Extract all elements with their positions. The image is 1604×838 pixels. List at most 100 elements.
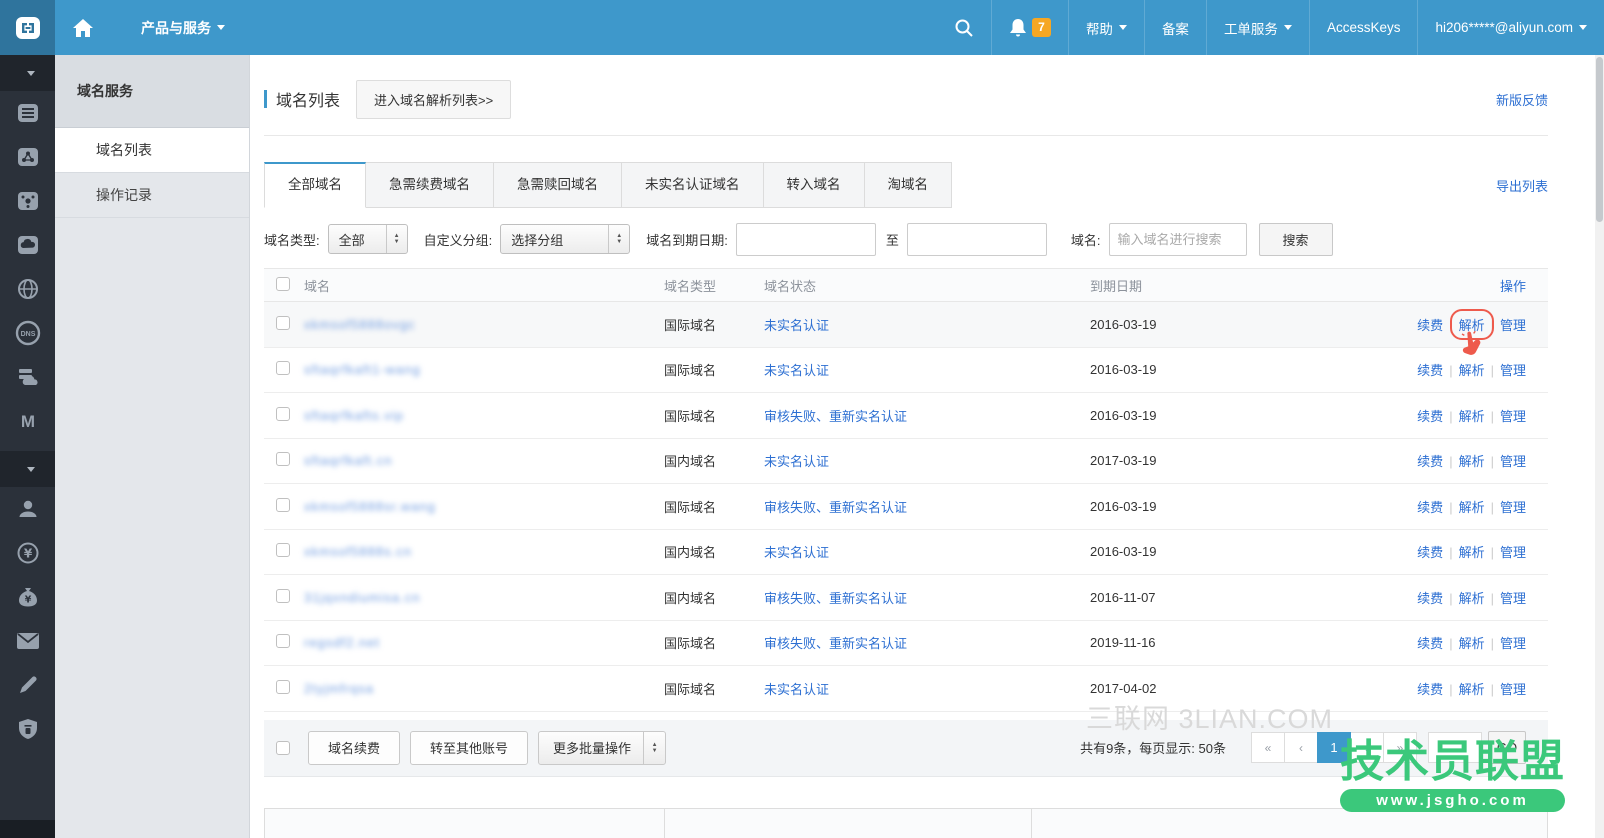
action-manage-link[interactable]: 管理: [1500, 360, 1526, 379]
sidebar-item-operation-log[interactable]: 操作记录: [55, 173, 249, 218]
domain-status-link[interactable]: 审核失败、重新实名认证: [764, 636, 907, 651]
domain-link-blurred[interactable]: 31jqxndiumisa.cn: [304, 590, 420, 605]
action-manage-link[interactable]: 管理: [1500, 497, 1526, 516]
rail-item-user[interactable]: [0, 487, 55, 531]
more-batch-actions-select[interactable]: 更多批量操作 ▲▼: [538, 731, 666, 765]
aliyun-logo[interactable]: [0, 0, 55, 55]
sidebar-item-domain-list[interactable]: 域名列表: [55, 128, 249, 173]
domain-link-blurred[interactable]: sftaqrfkafts.vip: [304, 408, 404, 423]
action-resolve-link[interactable]: 解析: [1459, 588, 1485, 607]
domain-link-blurred[interactable]: 2tyjmfrqsa: [304, 681, 374, 696]
row-checkbox[interactable]: [276, 407, 290, 421]
scrollbar-thumb[interactable]: [1596, 57, 1603, 222]
action-resolve-link[interactable]: 解析: [1459, 679, 1485, 698]
pagination-go-button[interactable]: GO: [1488, 731, 1526, 764]
action-resolve-link[interactable]: 解析: [1459, 633, 1485, 652]
action-resolve-link[interactable]: 解析: [1459, 497, 1485, 516]
action-manage-link[interactable]: 管理: [1500, 315, 1526, 334]
action-manage-link[interactable]: 管理: [1500, 451, 1526, 470]
action-resolve-link[interactable]: 解析: [1459, 360, 1485, 379]
expire-date-start-input[interactable]: [736, 223, 876, 256]
domain-link-blurred[interactable]: regsdf2.net: [304, 635, 380, 650]
action-renew-link[interactable]: 续费: [1417, 406, 1443, 425]
batch-select-all-checkbox[interactable]: [276, 741, 290, 755]
row-checkbox[interactable]: [276, 498, 290, 512]
tab-renewal-needed[interactable]: 急需续费域名: [366, 162, 494, 208]
vertical-scrollbar[interactable]: [1595, 55, 1604, 838]
rail-item-ecs[interactable]: [0, 135, 55, 179]
notifications-button[interactable]: 7: [991, 0, 1068, 55]
action-renew-link[interactable]: 续费: [1417, 360, 1443, 379]
help-menu[interactable]: 帮助: [1068, 0, 1144, 55]
rail-collapse-button[interactable]: [0, 55, 55, 91]
home-button[interactable]: [55, 18, 111, 38]
rail-item-security[interactable]: [0, 707, 55, 751]
row-checkbox[interactable]: [276, 634, 290, 648]
action-manage-link[interactable]: 管理: [1500, 633, 1526, 652]
tab-redemption-needed[interactable]: 急需赎回域名: [494, 162, 622, 208]
ticket-service-menu[interactable]: 工单服务: [1206, 0, 1309, 55]
domain-status-link[interactable]: 审核失败、重新实名认证: [764, 409, 907, 424]
rail-item-network[interactable]: [0, 179, 55, 223]
rail-item-monitor[interactable]: M: [0, 399, 55, 443]
action-resolve-link[interactable]: 解析: [1459, 406, 1485, 425]
row-checkbox[interactable]: [276, 543, 290, 557]
tab-all-domains[interactable]: 全部域名: [264, 162, 366, 208]
action-resolve-link[interactable]: 解析: [1459, 315, 1485, 334]
rail-item-messages[interactable]: [0, 619, 55, 663]
account-menu[interactable]: hi206*****@aliyun.com: [1417, 0, 1604, 55]
action-renew-link[interactable]: 续费: [1417, 679, 1443, 698]
batch-transfer-button[interactable]: 转至其他账号: [410, 731, 528, 765]
select-all-checkbox[interactable]: [276, 277, 290, 291]
action-resolve-link[interactable]: 解析: [1459, 451, 1485, 470]
domain-search-input[interactable]: [1109, 223, 1247, 256]
action-renew-link[interactable]: 续费: [1417, 542, 1443, 561]
row-checkbox[interactable]: [276, 680, 290, 694]
row-checkbox[interactable]: [276, 452, 290, 466]
domain-link-blurred[interactable]: xkmsof5888sr.wang: [304, 499, 436, 514]
pagination-prev-button[interactable]: ‹: [1284, 732, 1318, 763]
action-renew-link[interactable]: 续费: [1417, 497, 1443, 516]
action-renew-link[interactable]: 续费: [1417, 451, 1443, 470]
action-renew-link[interactable]: 续费: [1417, 315, 1443, 334]
domain-link-blurred[interactable]: sftaqrfkaft.cn: [304, 453, 392, 468]
rail-collapse-button-2[interactable]: [0, 451, 55, 487]
rail-item-cloud-db[interactable]: [0, 223, 55, 267]
domain-status-link[interactable]: 未实名认证: [764, 454, 829, 469]
domain-link-blurred[interactable]: xkmsof5888ovgc: [304, 317, 416, 332]
action-renew-link[interactable]: 续费: [1417, 633, 1443, 652]
rail-item-console[interactable]: [0, 91, 55, 135]
products-services-menu[interactable]: 产品与服务: [119, 18, 247, 38]
row-checkbox[interactable]: [276, 316, 290, 330]
pagination-last-button[interactable]: »: [1383, 732, 1417, 763]
pagination-goto-input[interactable]: [1428, 732, 1482, 763]
rail-item-feedback[interactable]: [0, 663, 55, 707]
pagination-page-1[interactable]: 1: [1317, 732, 1351, 763]
domain-status-link[interactable]: 未实名认证: [764, 682, 829, 697]
domain-status-link[interactable]: 未实名认证: [764, 545, 829, 560]
export-list-link[interactable]: 导出列表: [1496, 176, 1548, 195]
accesskeys-menu[interactable]: AccessKeys: [1309, 0, 1418, 55]
rail-item-dns[interactable]: DNS: [0, 311, 55, 355]
row-checkbox[interactable]: [276, 361, 290, 375]
domain-status-link[interactable]: 审核失败、重新实名认证: [764, 591, 907, 606]
domain-link-blurred[interactable]: xkmsof5888s.cn: [304, 544, 412, 559]
action-manage-link[interactable]: 管理: [1500, 542, 1526, 561]
tab-unverified[interactable]: 未实名认证域名: [622, 162, 764, 208]
domain-link-blurred[interactable]: sftaqrfkaft1-wang: [304, 362, 421, 377]
icp-filing-menu[interactable]: 备案: [1144, 0, 1206, 55]
batch-renew-button[interactable]: 域名续费: [308, 731, 400, 765]
domain-status-link[interactable]: 未实名认证: [764, 363, 829, 378]
row-checkbox[interactable]: [276, 589, 290, 603]
new-version-feedback-link[interactable]: 新版反馈: [1496, 90, 1548, 109]
domain-status-link[interactable]: 未实名认证: [764, 318, 829, 333]
rail-item-billing[interactable]: ¥: [0, 531, 55, 575]
rail-item-server[interactable]: [0, 355, 55, 399]
action-manage-link[interactable]: 管理: [1500, 406, 1526, 425]
rail-item-cdn[interactable]: [0, 267, 55, 311]
pagination-next-button[interactable]: ›: [1350, 732, 1384, 763]
action-manage-link[interactable]: 管理: [1500, 588, 1526, 607]
custom-group-select[interactable]: 选择分组 ▲▼: [500, 224, 630, 254]
domain-type-select[interactable]: 全部 ▲▼: [328, 224, 408, 254]
tab-transferred-in[interactable]: 转入域名: [764, 162, 865, 208]
